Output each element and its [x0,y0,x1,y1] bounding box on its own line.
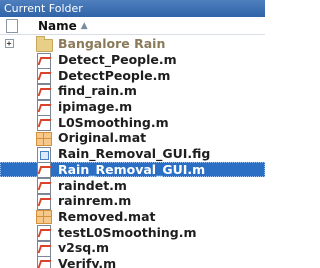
file-name: find_rain.m [58,83,137,99]
file-row[interactable]: DetectPeople.m [0,67,265,85]
file-row[interactable]: v2sq.m [0,240,265,257]
file-row[interactable]: Rain_Removal_GUI.fig [0,146,265,163]
m-file-icon [36,162,52,179]
file-name: Rain_Removal_GUI.fig [58,146,211,162]
m-file-icon [36,68,52,85]
file-row[interactable]: Original.mat [0,130,265,146]
m-file-icon [36,52,52,69]
m-file-icon [36,193,52,210]
m-file-icon [36,99,52,116]
file-row[interactable]: L0Smoothing.m [0,114,265,132]
panel-title[interactable]: Current Folder [0,0,265,17]
name-column-header[interactable]: Name [38,19,77,33]
mat-file-icon [36,131,52,146]
m-file-icon [36,240,52,257]
file-name: L0Smoothing.m [58,114,169,130]
file-name: Rain_Removal_GUI.m [58,161,206,177]
file-name: rainrem.m [58,193,132,209]
column-header: Name ▲ [0,17,265,35]
mat-file-icon [36,209,52,225]
sort-ascending-icon[interactable]: ▲ [81,21,88,31]
select-all-cell[interactable] [0,18,24,33]
expander-cell: + [0,39,18,49]
file-name: Verify.m [58,255,117,268]
file-row[interactable]: Verify.m [0,256,265,268]
folder-icon [36,35,53,52]
file-row[interactable]: testL0Smoothing.m [0,224,265,242]
m-file-icon [36,83,52,100]
page-icon [6,18,18,33]
file-name: ipimage.m [58,99,133,115]
m-file-icon [36,256,52,268]
file-name: raindet.m [58,177,127,193]
file-name: Bangalore Rain [58,36,166,52]
file-name: Detect_People.m [58,52,177,68]
file-row[interactable]: ipimage.m [0,99,265,116]
file-name: Original.mat [58,130,147,146]
current-folder-panel: Current Folder Name ▲ + Bangalore Rain Det… [0,0,265,268]
m-file-icon [36,115,52,132]
file-row[interactable]: rainrem.m [0,193,265,210]
m-file-icon [36,225,52,242]
file-name: testL0Smoothing.m [58,224,197,240]
file-row[interactable]: + Bangalore Rain [0,35,265,52]
file-row[interactable]: Removed.mat [0,209,265,225]
file-row[interactable]: find_rain.m [0,83,265,100]
file-list: + Bangalore Rain Detect_People.m DetectPeop… [0,35,265,268]
m-file-icon [36,178,52,195]
fig-file-icon [36,146,52,163]
file-row[interactable]: Rain_Removal_GUI.m [0,161,265,179]
expand-icon[interactable]: + [4,39,14,49]
file-row[interactable]: raindet.m [0,177,265,195]
file-name: v2sq.m [58,240,110,256]
file-row[interactable]: Detect_People.m [0,52,265,69]
file-name: Removed.mat [58,208,156,224]
file-name: DetectPeople.m [58,67,171,83]
